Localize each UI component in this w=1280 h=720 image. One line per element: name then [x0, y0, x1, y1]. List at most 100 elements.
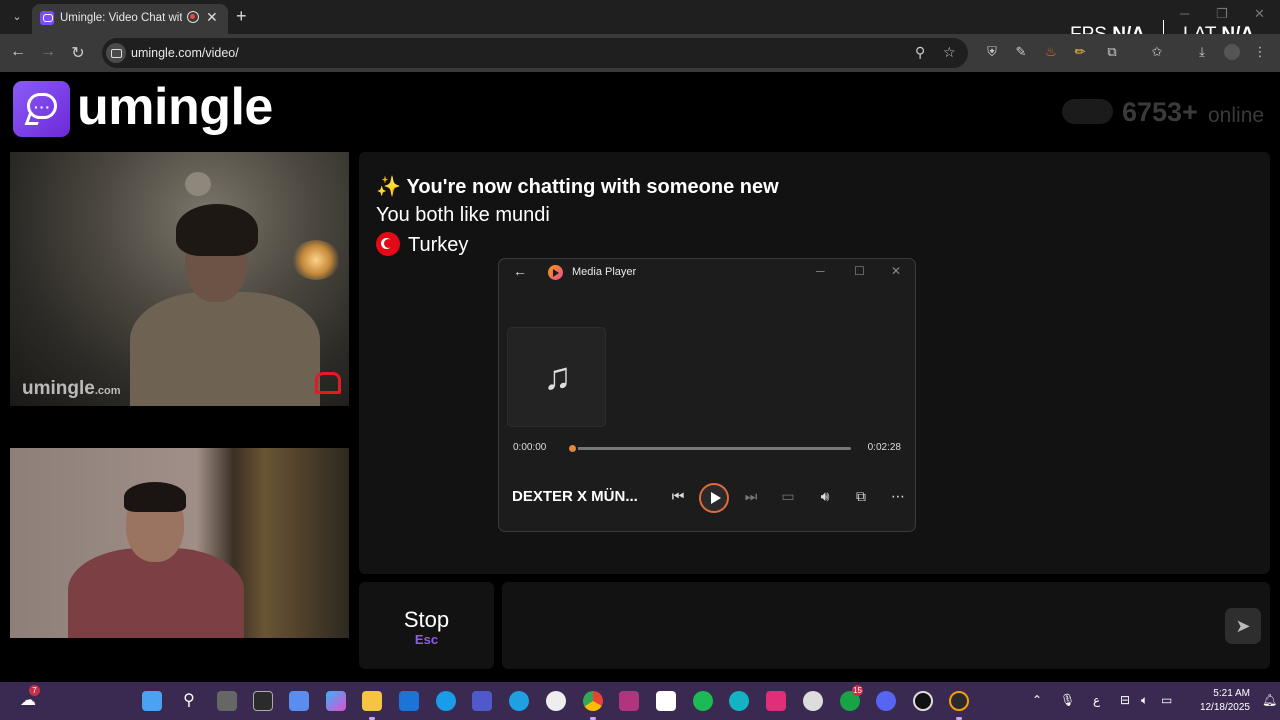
media-player-window: ← Media Player ─ ☐ ✕ ♫ 0:00:00 0:02:28 D…: [498, 258, 916, 532]
volume-icon[interactable]: 🔊︎: [815, 488, 835, 505]
message-input[interactable]: ➤: [502, 582, 1270, 669]
shield-extension-icon[interactable]: ⛨: [984, 44, 1000, 60]
input-language[interactable]: ع: [1093, 693, 1100, 707]
paint-app-icon[interactable]: [766, 691, 786, 711]
taskbar: ☁ 7 ⚲ 15 ⌃ 🎙︎ ع ⊟ 🔈︎ ▭ 5:21 AM 12/18/202…: [0, 682, 1280, 720]
network-icon[interactable]: ⊟: [1120, 693, 1130, 707]
camera-app-icon[interactable]: [913, 691, 933, 711]
bookmark-star-icon[interactable]: ☆: [943, 44, 956, 61]
xbox-badge: 15: [852, 685, 863, 696]
country-name: Turkey: [408, 234, 469, 256]
album-art: ♫: [507, 327, 606, 427]
extensions-puzzle-icon[interactable]: ⧉: [1104, 44, 1120, 60]
canva-icon[interactable]: [729, 691, 749, 711]
teams-icon[interactable]: [472, 691, 492, 711]
copilot-icon[interactable]: [326, 691, 346, 711]
microphone-icon[interactable]: 🎙︎: [1060, 693, 1075, 707]
tray-chevron-icon[interactable]: ⌃: [1032, 693, 1042, 707]
search-icon[interactable]: ⚲: [178, 690, 200, 710]
mp-minimize-button[interactable]: ─: [816, 264, 825, 278]
report-flag-icon[interactable]: [315, 372, 341, 394]
umingle-logo-icon[interactable]: ···: [13, 81, 70, 137]
site-logo-text[interactable]: umingle: [77, 77, 273, 137]
edge-icon[interactable]: [509, 691, 529, 711]
remote-video: umingle.com: [10, 152, 349, 406]
favorites-icon[interactable]: ✩: [1149, 44, 1165, 60]
slack-icon[interactable]: [656, 691, 676, 711]
downloads-icon[interactable]: ⤓: [1194, 44, 1210, 60]
local-video: [10, 448, 349, 638]
browser-tab[interactable]: Umingle: Video Chat with St ✕: [32, 4, 228, 34]
mp-maximize-button[interactable]: ☐: [854, 264, 865, 278]
file-explorer-icon[interactable]: [362, 691, 382, 711]
pencil-extension-icon[interactable]: ✏: [1072, 44, 1088, 60]
outlook-icon[interactable]: [399, 691, 419, 711]
tab-close-icon[interactable]: ✕: [206, 9, 218, 26]
browser-menu-icon[interactable]: ⋮: [1252, 44, 1268, 60]
maximize-window-button[interactable]: ❐: [1216, 6, 1228, 22]
media-player-app-icon: [548, 265, 563, 280]
captions-icon[interactable]: ▭: [778, 488, 798, 505]
seek-thumb[interactable]: [567, 443, 578, 454]
chatgpt-icon[interactable]: [546, 691, 566, 711]
send-message-button[interactable]: ➤: [1225, 608, 1261, 644]
more-options-icon[interactable]: ⋯: [888, 488, 908, 505]
grammarly-icon[interactable]: [436, 691, 456, 711]
back-arrow-icon[interactable]: ←: [8, 43, 28, 61]
forward-arrow-icon[interactable]: →: [38, 43, 58, 61]
stop-label: Stop: [403, 607, 450, 632]
media-player-taskbar-icon[interactable]: [949, 691, 969, 711]
online-toggle[interactable]: [1062, 99, 1113, 124]
chat-headline-text: You're now chatting with someone new: [406, 176, 779, 198]
tab-search-icon[interactable]: ⌄: [6, 7, 28, 27]
task-view-icon[interactable]: [217, 691, 237, 711]
seek-bar[interactable]: [567, 443, 851, 454]
play-button[interactable]: [699, 483, 729, 513]
track-title: DEXTER X MÜN...: [512, 488, 638, 505]
total-time: 0:02:28: [867, 442, 901, 453]
browser-toolbar: ← → ↻ umingle.com/video/ ⚲ ☆ ⛨ ✎ ♨ ✏ ⧉ ✩…: [0, 34, 1280, 72]
partner-country: Turkey: [376, 232, 468, 257]
spotify-icon[interactable]: [693, 691, 713, 711]
umingle-favicon-icon: [40, 11, 54, 25]
previous-track-icon[interactable]: ⏮: [668, 488, 688, 505]
chrome-icon[interactable]: [583, 691, 603, 711]
tab-title: Umingle: Video Chat with St: [60, 12, 182, 24]
fire-extension-icon[interactable]: ♨: [1043, 44, 1059, 60]
reload-icon[interactable]: ↻: [68, 43, 88, 63]
windows-start-icon[interactable]: [142, 691, 162, 711]
clock-time: 5:21 AM: [1213, 688, 1250, 699]
stop-button[interactable]: Stop Esc: [359, 582, 494, 669]
online-count: 6753+: [1122, 97, 1198, 127]
discord-icon[interactable]: [876, 691, 896, 711]
new-tab-button[interactable]: +: [236, 6, 247, 27]
address-url[interactable]: umingle.com/video/: [131, 46, 239, 60]
zoom-icon[interactable]: ⚲: [915, 44, 925, 61]
notifications-icon[interactable]: 🔔︎: [1262, 693, 1277, 707]
video-watermark: umingle.com: [22, 378, 121, 399]
media-player-title: Media Player: [572, 266, 637, 278]
next-track-icon[interactable]: ⏭: [741, 488, 761, 505]
eyedropper-extension-icon[interactable]: ✎: [1013, 44, 1029, 60]
obs-icon[interactable]: [803, 691, 823, 711]
site-info-icon[interactable]: [106, 43, 126, 63]
minimize-window-button[interactable]: ─: [1180, 6, 1189, 21]
app-cube-icon[interactable]: [253, 691, 273, 711]
onenote-icon[interactable]: [619, 691, 639, 711]
close-window-button[interactable]: ✕: [1254, 6, 1265, 22]
back-arrow-icon[interactable]: ←: [513, 263, 527, 279]
speaker-icon[interactable]: 🔈︎: [1141, 693, 1148, 708]
mini-player-icon[interactable]: ⧉: [851, 488, 871, 505]
profile-avatar-icon[interactable]: [1224, 44, 1240, 60]
turkey-flag-icon: [376, 232, 400, 256]
stop-shortcut: Esc: [414, 632, 439, 647]
battery-icon[interactable]: ▭: [1161, 693, 1172, 707]
clock-date: 12/18/2025: [1199, 702, 1250, 713]
address-bar[interactable]: umingle.com/video/ ⚲ ☆: [102, 38, 968, 68]
online-label: online: [1208, 104, 1265, 127]
sparkles-icon: ✨: [376, 176, 401, 198]
system-clock[interactable]: 5:21 AM 12/18/2025: [1190, 687, 1250, 715]
app-grid-icon[interactable]: [289, 691, 309, 711]
widget-badge: 7: [29, 685, 40, 696]
mp-close-button[interactable]: ✕: [891, 264, 901, 278]
